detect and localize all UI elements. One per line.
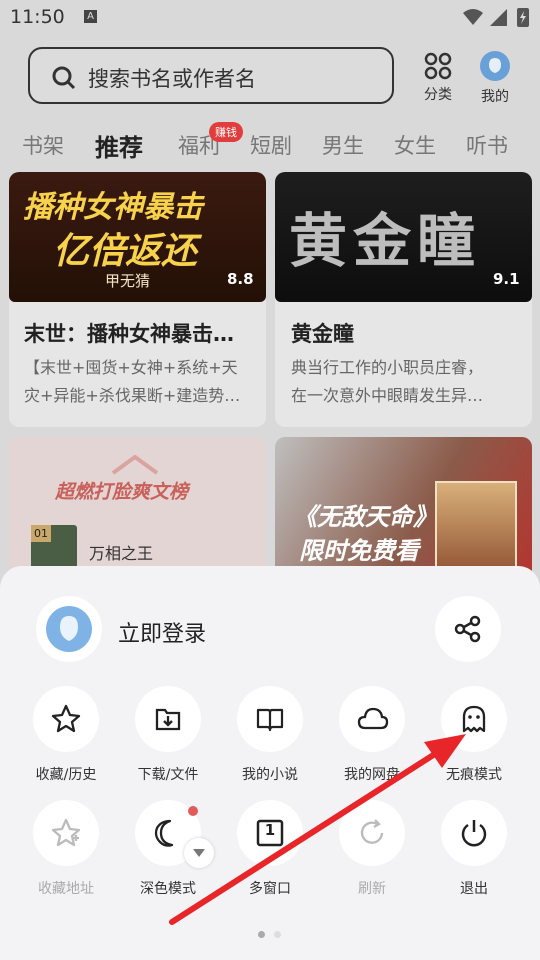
- annotation-arrow: [169, 734, 466, 925]
